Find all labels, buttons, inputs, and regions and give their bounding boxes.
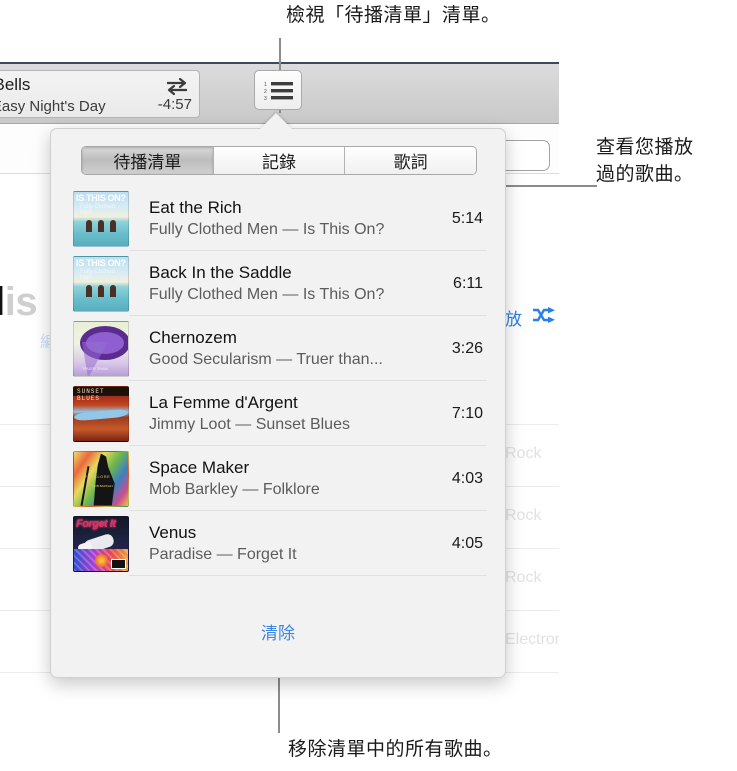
clear-queue-link[interactable]: 清除	[51, 619, 505, 644]
row-genre: Rock	[505, 569, 542, 586]
list-item[interactable]: IS THIS ON? Fully Clothed Men Back In th…	[51, 251, 505, 316]
list-item[interactable]: FOLKLORE MOB BARKLEY Space Maker Mob Bar…	[51, 446, 505, 511]
now-playing-display[interactable]: Hells Bells — An Easy Night's Day -4:57	[0, 70, 200, 118]
repeat-icon[interactable]	[163, 74, 191, 98]
callout-bottom-text: 移除清單中的所有歌曲。	[288, 738, 503, 760]
now-playing-remaining-time: -4:57	[157, 96, 192, 113]
track-title: Chernozem	[149, 328, 237, 347]
callout-top-text: 檢視「待播清單」清單。	[286, 4, 501, 26]
tab-up-next[interactable]: 待播清單	[82, 147, 214, 174]
album-artwork: FOLKLORE MOB BARKLEY	[73, 450, 129, 507]
track-title: Back In the Saddle	[149, 263, 292, 282]
tab-history[interactable]: 記錄	[213, 147, 346, 174]
svg-text:1: 1	[264, 82, 267, 88]
track-duration: 4:05	[451, 534, 483, 552]
callout-right-line-h	[575, 185, 597, 187]
playlist-play-label[interactable]: 放	[505, 305, 522, 330]
album-artwork: IS THIS ON? Fully Clothed Men	[73, 190, 129, 247]
album-artwork: TRUER THAN	[73, 320, 129, 377]
list-item[interactable]: TRUER THAN Chernozem Good Secularism — T…	[51, 316, 505, 381]
track-meta: Venus Paradise — Forget It	[129, 521, 442, 566]
svg-text:3: 3	[264, 96, 267, 102]
shuffle-icon[interactable]	[532, 307, 556, 323]
album-artwork: Forget It	[73, 515, 129, 572]
track-subtitle: Mob Barkley — Folklore	[149, 481, 320, 498]
track-duration: 4:03	[451, 469, 483, 487]
track-meta: Eat the Rich Fully Clothed Men — Is This…	[129, 196, 442, 241]
callout-right-text: 查看您播放 過的歌曲。	[596, 136, 694, 185]
track-meta: La Femme d'Argent Jimmy Loot — Sunset Bl…	[129, 391, 442, 436]
row-genre: Electronic	[505, 631, 559, 648]
track-duration: 7:10	[451, 404, 483, 422]
row-genre: Rock	[505, 445, 542, 462]
album-artwork: IS THIS ON? Fully Clothed Men	[73, 255, 129, 312]
list-item[interactable]: IS THIS ON? Fully Clothed Men Eat the Ri…	[51, 186, 505, 251]
up-next-track-list[interactable]: IS THIS ON? Fully Clothed Men Eat the Ri…	[51, 186, 505, 615]
track-subtitle: Paradise — Forget It	[149, 546, 297, 563]
tab-lyrics[interactable]: 歌詞	[345, 147, 476, 174]
track-subtitle: Fully Clothed Men — Is This On?	[149, 221, 385, 238]
up-next-popover: 待播清單 記錄 歌詞 IS THIS ON? Fully Clothed Men…	[50, 128, 506, 678]
track-title: La Femme d'Argent	[149, 393, 298, 412]
track-duration: 5:14	[451, 209, 483, 227]
track-duration: 3:26	[451, 339, 483, 357]
track-meta: Back In the Saddle Fully Clothed Men — I…	[129, 261, 443, 306]
track-meta: Space Maker Mob Barkley — Folklore	[129, 456, 442, 501]
list-item[interactable]: Forget It Venus Paradise — Forget It 4:0…	[51, 511, 505, 576]
up-next-queue-button[interactable]: 1 2 3	[254, 70, 302, 110]
track-subtitle: Good Secularism — Truer than...	[149, 351, 383, 368]
popover-tab-group: 待播清單 記錄 歌詞	[81, 146, 477, 175]
popover-pointer-arrow	[260, 113, 292, 129]
track-title: Eat the Rich	[149, 198, 242, 217]
track-subtitle: Jimmy Loot — Sunset Blues	[149, 416, 350, 433]
svg-text:2: 2	[264, 89, 267, 95]
album-artwork: SUNSET BLUES	[73, 385, 129, 442]
playlist-title: laylis	[0, 280, 38, 324]
row-genre: Rock	[505, 507, 542, 524]
track-title: Venus	[149, 523, 197, 542]
track-meta: Chernozem Good Secularism — Truer than..…	[129, 326, 442, 371]
track-subtitle: Fully Clothed Men — Is This On?	[149, 286, 385, 303]
track-duration: 6:11	[453, 274, 483, 292]
track-title: Space Maker	[149, 458, 250, 477]
numbered-list-icon: 1 2 3	[264, 82, 293, 102]
list-item[interactable]: SUNSET BLUES La Femme d'Argent Jimmy Loo…	[51, 381, 505, 446]
